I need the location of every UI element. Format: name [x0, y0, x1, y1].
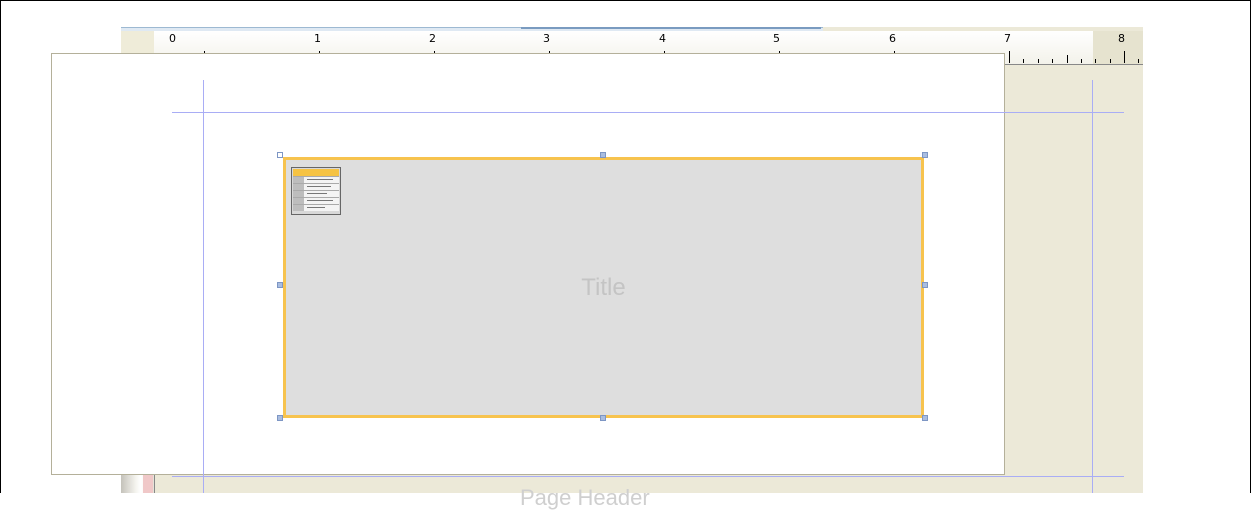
resize-handle-top[interactable] [600, 152, 606, 158]
resize-handle-bottom-right[interactable] [922, 415, 928, 421]
top-margin-guide [172, 112, 1124, 113]
resize-handle-top-left[interactable] [277, 152, 283, 158]
chart-control[interactable]: Title [283, 157, 924, 418]
ruler-label-h2: 2 [429, 32, 436, 45]
ruler-label-h5: 5 [773, 32, 780, 45]
ruler-label-h8: 8 [1118, 32, 1125, 45]
table-preview-icon [291, 167, 341, 215]
band-boundary-guide [172, 476, 1124, 477]
resize-handle-top-right[interactable] [922, 152, 928, 158]
ruler-label-h0: 0 [169, 32, 176, 45]
ruler-label-h4: 4 [659, 32, 666, 45]
right-margin-guide [1092, 80, 1093, 493]
left-margin-guide [203, 80, 204, 493]
ruler-label-h7: 7 [1004, 32, 1011, 45]
resize-handle-left[interactable] [277, 282, 283, 288]
ruler-label-h3: 3 [543, 32, 550, 45]
ruler-label-h6: 6 [889, 32, 896, 45]
page-header-band-label: Page Header [520, 485, 650, 510]
resize-handle-bottom-left[interactable] [277, 415, 283, 421]
ruler-label-h1: 1 [314, 32, 321, 45]
chart-title: Title [581, 274, 626, 301]
resize-handle-bottom[interactable] [600, 415, 606, 421]
resize-handle-right[interactable] [922, 282, 928, 288]
